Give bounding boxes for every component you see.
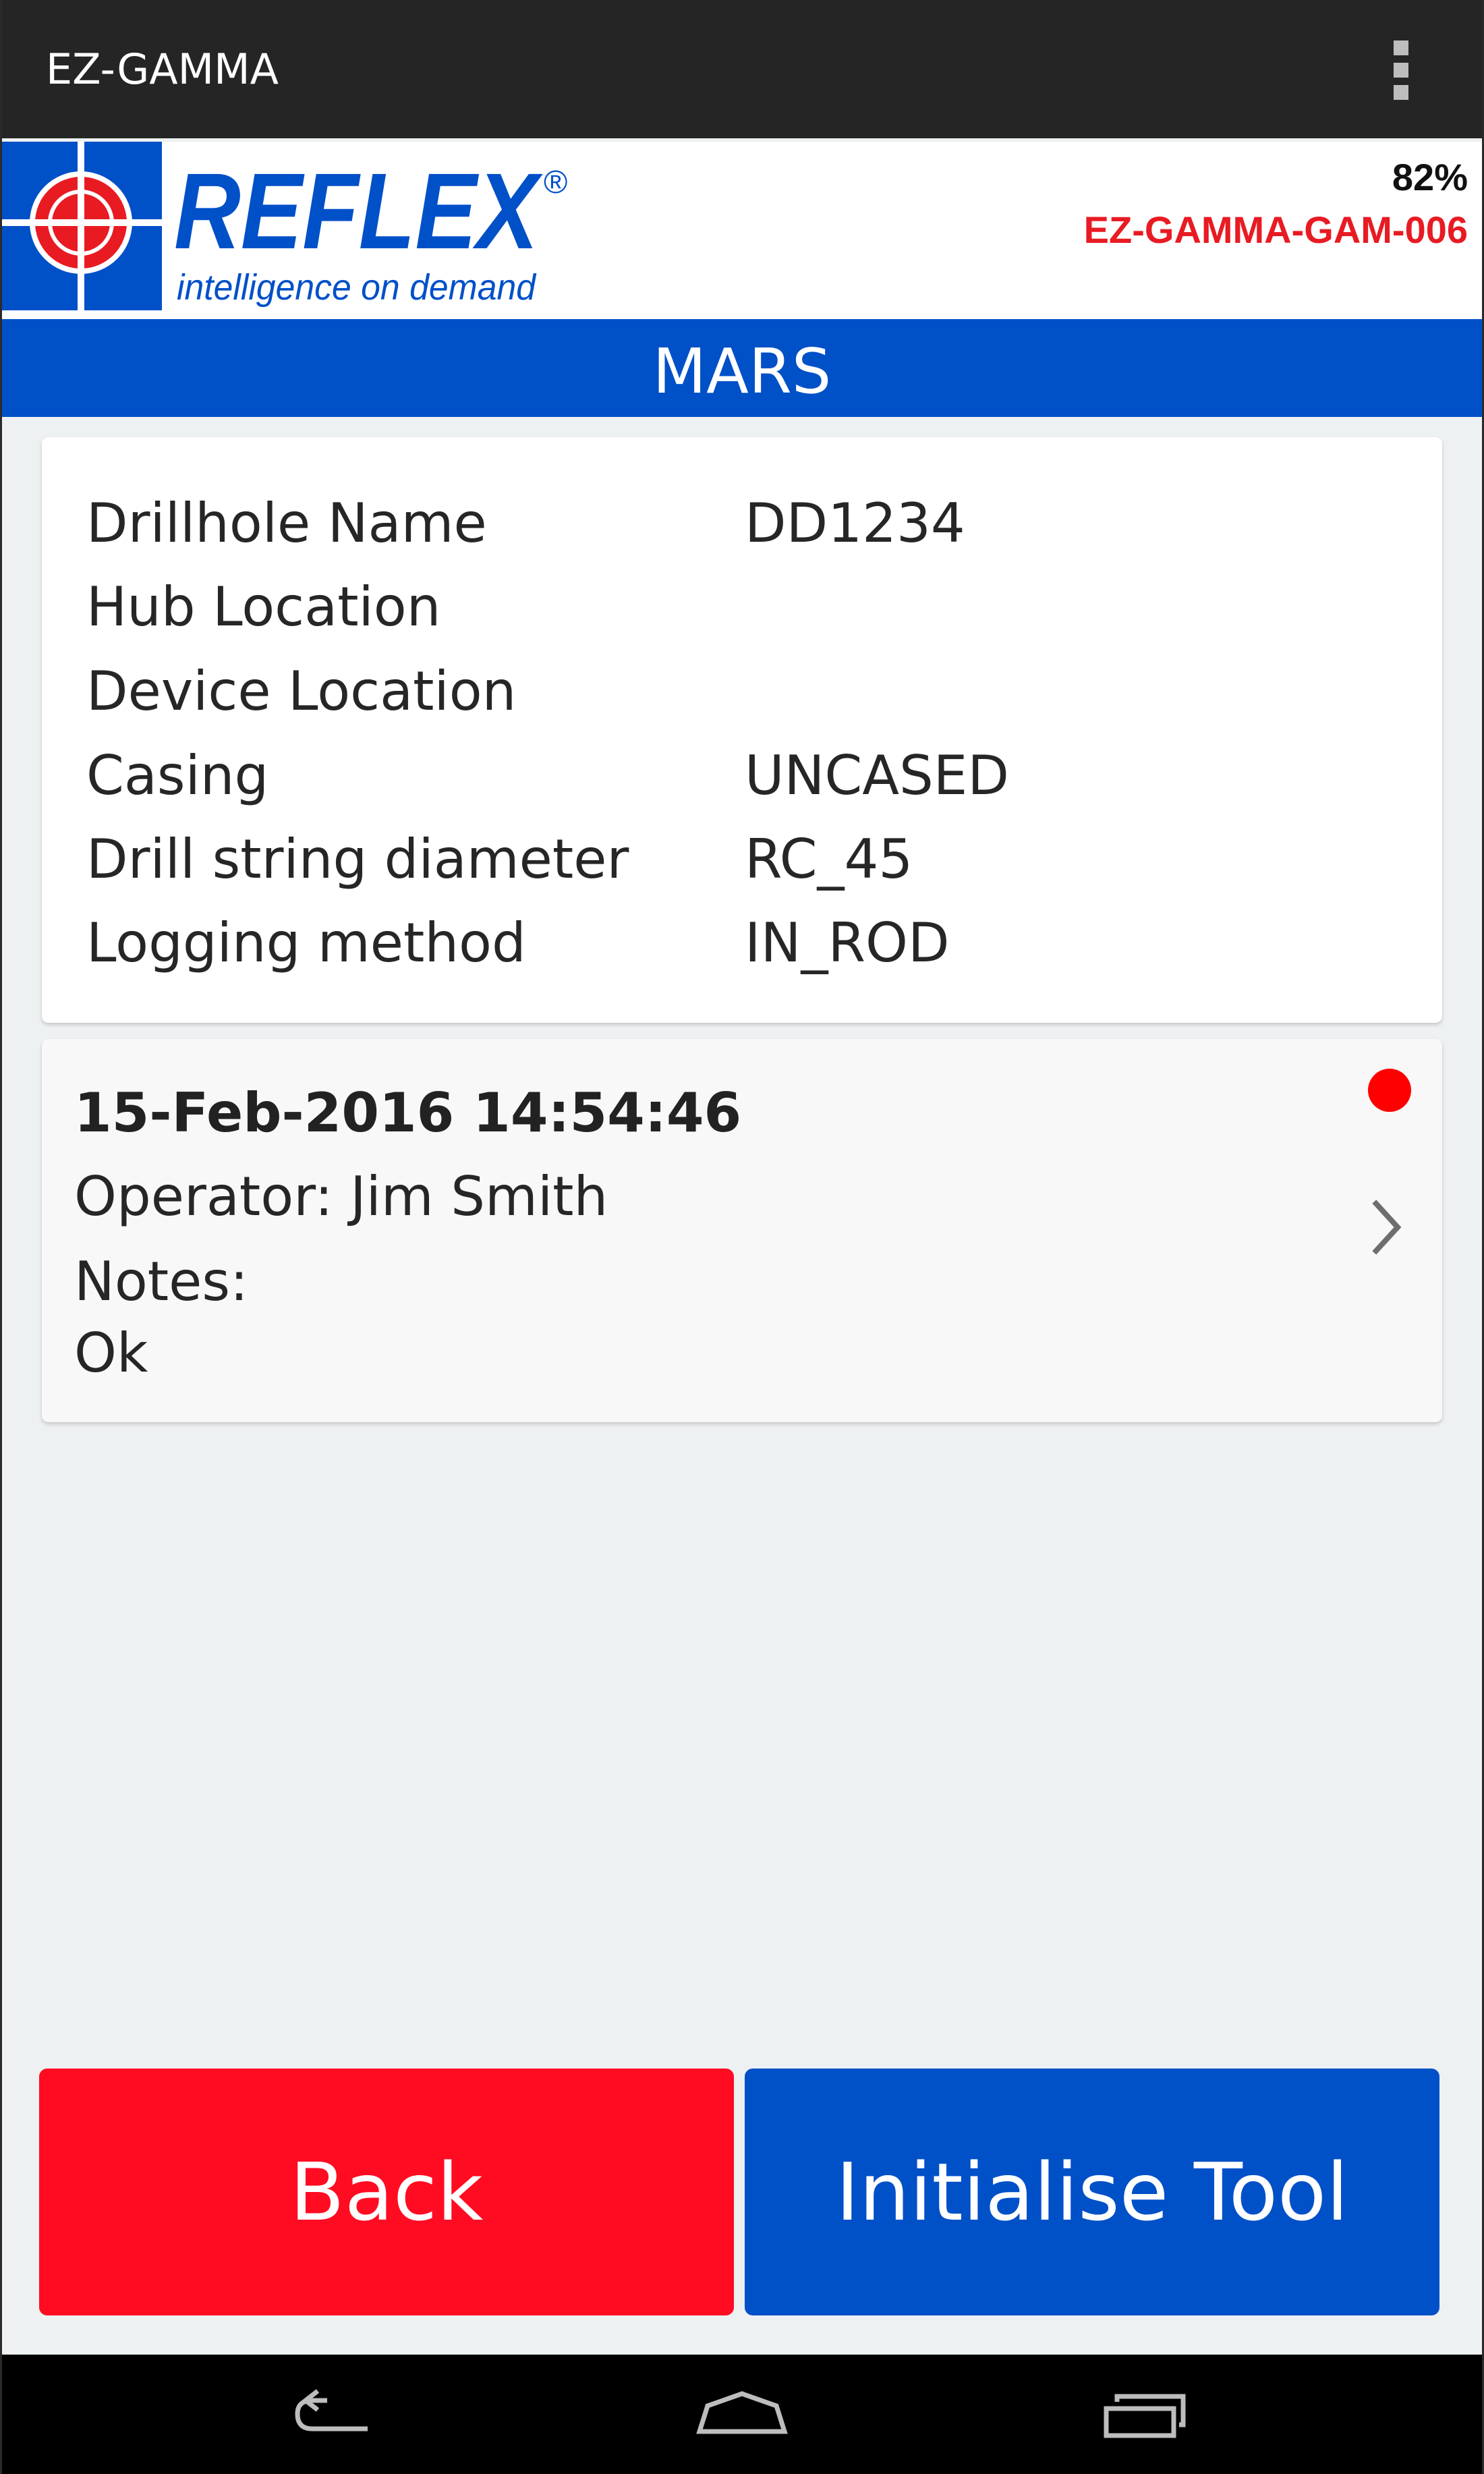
info-value: UNCASED — [745, 744, 1009, 807]
back-button[interactable]: Back — [39, 2069, 734, 2315]
info-label: Logging method — [86, 911, 526, 974]
info-label: Drill string diameter — [86, 828, 629, 891]
record-datetime: 15-Feb-2016 14:54:46 — [74, 1081, 742, 1144]
status-dot-icon — [1368, 1069, 1411, 1112]
reflex-logo: REFLEX ® intelligence on demand — [0, 142, 567, 310]
home-icon[interactable] — [691, 2380, 793, 2448]
recents-icon[interactable] — [1093, 2380, 1194, 2448]
action-bar: EZ-GAMMA — [0, 0, 1484, 138]
initialise-tool-button[interactable]: Initialise Tool — [745, 2069, 1439, 2315]
info-value: DD1234 — [745, 492, 965, 555]
overflow-menu-icon[interactable] — [1391, 40, 1411, 103]
info-label: Hub Location — [86, 575, 441, 638]
chevron-right-icon[interactable] — [1372, 1200, 1402, 1255]
record-operator: Operator: Jim Smith — [74, 1165, 608, 1228]
drillhole-info-card: Drillhole Name DD1234 Hub Location Devic… — [42, 437, 1442, 1023]
site-name: MARS — [652, 335, 832, 407]
info-value: RC_45 — [745, 828, 913, 891]
battery-level: 82% — [1392, 156, 1468, 198]
info-value: IN_ROD — [745, 911, 950, 974]
info-label: Casing — [86, 744, 269, 807]
app-title: EZ-GAMMA — [46, 45, 279, 94]
survey-record-card[interactable]: 15-Feb-2016 14:54:46 Operator: Jim Smith… — [42, 1039, 1442, 1422]
svg-text:REFLEX: REFLEX — [174, 150, 543, 271]
back-icon[interactable] — [287, 2380, 388, 2448]
info-label: Device Location — [86, 660, 517, 723]
record-notes-label: Notes: — [74, 1250, 249, 1313]
system-nav-bar — [0, 2355, 1484, 2474]
record-notes: Ok — [74, 1322, 148, 1384]
device-id: EZ-GAMMA-GAM-006 — [1083, 208, 1468, 251]
site-bar: MARS — [0, 319, 1484, 417]
brand-header: REFLEX ® intelligence on demand 82% EZ-G… — [0, 142, 1484, 319]
svg-text:®: ® — [544, 165, 567, 200]
info-label: Drillhole Name — [86, 492, 487, 555]
svg-text:intelligence on demand: intelligence on demand — [177, 267, 537, 308]
